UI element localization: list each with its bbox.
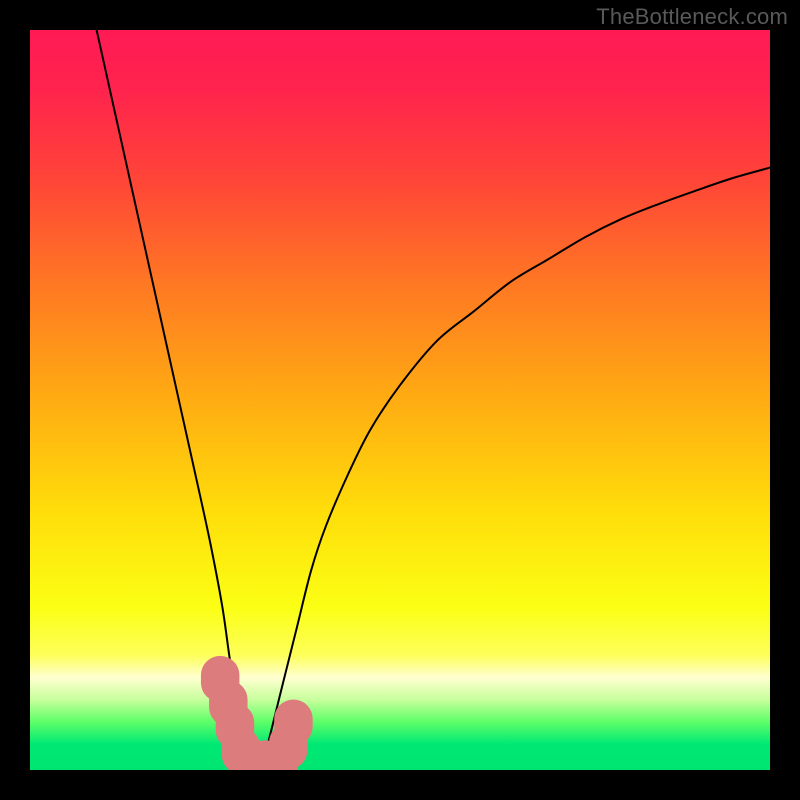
watermark-text: TheBottleneck.com [596, 4, 788, 30]
marker-dot [274, 700, 312, 746]
plot-area [30, 30, 770, 770]
chart-svg [30, 30, 770, 770]
chart-frame: TheBottleneck.com [0, 0, 800, 800]
gradient-background [30, 30, 770, 770]
